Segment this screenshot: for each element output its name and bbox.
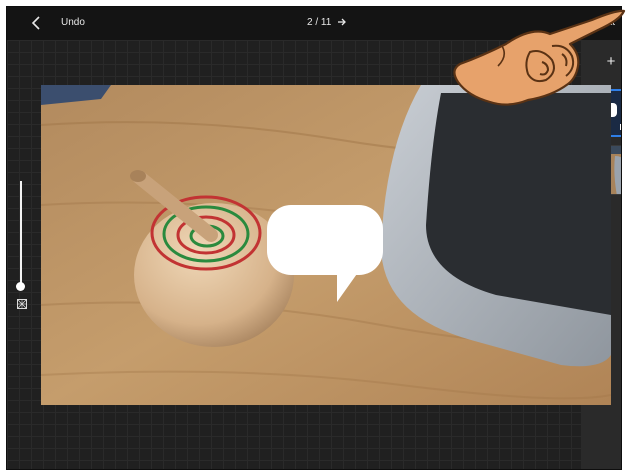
arrow-right-icon[interactable] [337, 17, 347, 27]
undo-button[interactable]: Undo [61, 17, 85, 28]
grid-icon[interactable] [17, 299, 27, 309]
page-number: 2 / 11 [307, 17, 332, 28]
speech-bubble[interactable] [267, 205, 383, 303]
slider-knob[interactable] [16, 282, 25, 291]
slider-track [20, 181, 22, 285]
page-indicator: 2 / 11 [307, 17, 347, 28]
opacity-slider[interactable] [16, 181, 25, 291]
chevron-left-icon[interactable] [29, 15, 43, 31]
pointing-hand-icon [453, 9, 626, 106]
